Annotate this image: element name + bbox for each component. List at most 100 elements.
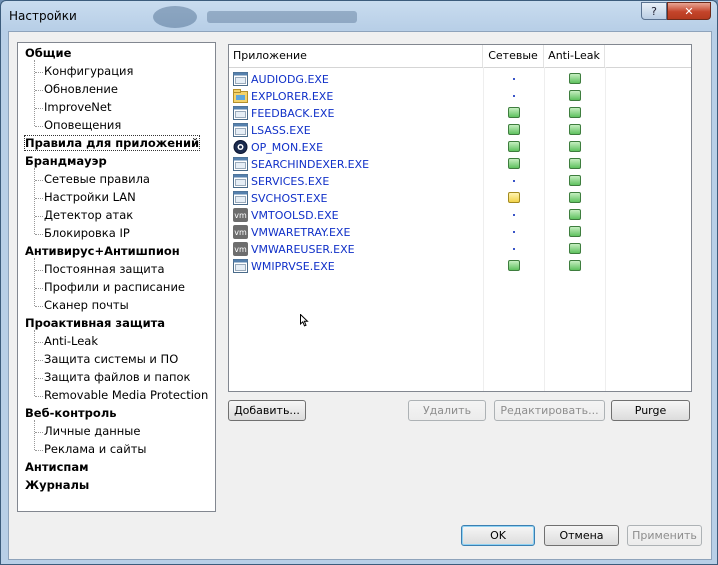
app-name[interactable]: SEARCHINDEXER.EXE: [251, 158, 369, 171]
tree-category[interactable]: Проактивная защита: [25, 316, 165, 330]
apply-button[interactable]: Применить: [627, 525, 702, 546]
tree-item[interactable]: Anti-Leak: [44, 334, 98, 348]
antileak-status-allow-icon[interactable]: [569, 90, 581, 101]
window-app-icon: [233, 174, 248, 188]
app-name[interactable]: OP_MON.EXE: [251, 141, 323, 154]
window-app-icon: [233, 157, 248, 171]
ok-button[interactable]: OK: [461, 525, 535, 546]
network-status-allow-icon[interactable]: [508, 107, 520, 118]
tree-category[interactable]: Журналы: [25, 478, 89, 492]
table-row[interactable]: vm VMTOOLSD.EXE: [229, 207, 691, 224]
network-status-allow-icon[interactable]: [508, 124, 520, 135]
app-name[interactable]: FEEDBACK.EXE: [251, 107, 334, 120]
tree-category[interactable]: Антивирус+Антишпион: [25, 244, 180, 258]
window-app-icon: [233, 123, 248, 137]
app-name[interactable]: SERVICES.EXE: [251, 175, 329, 188]
antileak-status-allow-icon[interactable]: [569, 260, 581, 271]
network-status-none-marker[interactable]: [513, 180, 515, 182]
help-button[interactable]: ?: [641, 2, 667, 20]
app-name[interactable]: AUDIODG.EXE: [251, 73, 329, 86]
antileak-status-allow-icon[interactable]: [569, 158, 581, 169]
antileak-status-allow-icon[interactable]: [569, 243, 581, 254]
edit-button[interactable]: Редактировать...: [494, 400, 605, 421]
network-status-allow-icon[interactable]: [508, 260, 520, 271]
tree-category[interactable]: Общие: [25, 46, 71, 60]
tree-item[interactable]: Постоянная защита: [44, 262, 165, 276]
table-row[interactable]: FEEDBACK.EXE: [229, 105, 691, 122]
app-name[interactable]: LSASS.EXE: [251, 124, 311, 137]
app-name[interactable]: VMTOOLSD.EXE: [251, 209, 339, 222]
tree-item[interactable]: Защита файлов и папок: [44, 370, 191, 384]
tree-item[interactable]: ImproveNet: [44, 100, 111, 114]
tree-item[interactable]: Конфигурация: [44, 64, 133, 78]
close-button[interactable]: ✕: [667, 2, 711, 20]
add-button[interactable]: Добавить...: [228, 400, 306, 421]
cancel-button[interactable]: Отмена: [544, 525, 619, 546]
tree-item[interactable]: Сетевые правила: [44, 172, 150, 186]
window-title: Настройки: [9, 9, 77, 23]
tree-item[interactable]: Настройки LAN: [44, 190, 136, 204]
vmware-icon: vm: [233, 225, 248, 239]
app-name[interactable]: VMWARETRAY.EXE: [251, 226, 350, 239]
network-status-none-marker[interactable]: [513, 214, 515, 216]
app-name[interactable]: WMIPRVSE.EXE: [251, 260, 335, 273]
column-header-antileak[interactable]: Anti-Leak: [544, 45, 605, 67]
settings-window: Настройки ? ✕ Общие Конфигурация Обновлени…: [0, 0, 718, 565]
antileak-status-allow-icon[interactable]: [569, 73, 581, 84]
column-header-app[interactable]: Приложение: [229, 45, 483, 67]
svg-text:vm: vm: [234, 211, 247, 220]
table-row[interactable]: SEARCHINDEXER.EXE: [229, 156, 691, 173]
app-name[interactable]: EXPLORER.EXE: [251, 90, 333, 103]
tree-item[interactable]: Детектор атак: [44, 208, 133, 222]
antileak-status-allow-icon[interactable]: [569, 124, 581, 135]
table-row[interactable]: WMIPRVSE.EXE: [229, 258, 691, 275]
network-status-allow-icon[interactable]: [508, 141, 520, 152]
svg-text:vm: vm: [234, 228, 247, 237]
table-row[interactable]: SVCHOST.EXE: [229, 190, 691, 207]
tree-item[interactable]: Реклама и сайты: [44, 442, 146, 456]
column-header-network[interactable]: Сетевые: [483, 45, 544, 67]
table-row[interactable]: vm VMWARETRAY.EXE: [229, 224, 691, 241]
tree-category[interactable]: Антиспам: [25, 460, 89, 474]
table-row[interactable]: vm VMWAREUSER.EXE: [229, 241, 691, 258]
table-row[interactable]: LSASS.EXE: [229, 122, 691, 139]
tree-item[interactable]: Блокировка IP: [44, 226, 130, 240]
network-status-none-marker[interactable]: [513, 231, 515, 233]
antileak-status-allow-icon[interactable]: [569, 175, 581, 186]
delete-button[interactable]: Удалить: [408, 400, 486, 421]
antileak-status-allow-icon[interactable]: [569, 141, 581, 152]
tree-category[interactable]: Веб-контроль: [25, 406, 117, 420]
tree-item[interactable]: Сканер почты: [44, 298, 129, 312]
tree-item[interactable]: Профили и расписание: [44, 280, 185, 294]
antileak-status-allow-icon[interactable]: [569, 192, 581, 203]
antileak-status-allow-icon[interactable]: [569, 209, 581, 220]
tree-item[interactable]: Защита системы и ПО: [44, 352, 178, 366]
app-name[interactable]: VMWAREUSER.EXE: [251, 243, 355, 256]
network-status-none-marker[interactable]: [513, 78, 515, 80]
mouse-cursor-icon: [300, 314, 309, 327]
tree-item[interactable]: Оповещения: [44, 118, 121, 132]
table-row[interactable]: EXPLORER.EXE: [229, 88, 691, 105]
title-bar[interactable]: Настройки ? ✕: [1, 1, 717, 31]
network-status-allow-icon[interactable]: [508, 158, 520, 169]
network-status-none-marker[interactable]: [513, 248, 515, 250]
app-name[interactable]: SVCHOST.EXE: [251, 192, 327, 205]
settings-tree[interactable]: Общие Конфигурация Обновление ImproveNet Опо…: [17, 42, 216, 512]
table-row[interactable]: AUDIODG.EXE: [229, 71, 691, 88]
tree-item[interactable]: Личные данные: [44, 424, 140, 438]
table-row[interactable]: SERVICES.EXE: [229, 173, 691, 190]
outpost-monitor-icon: [233, 140, 248, 154]
network-status-partial-icon[interactable]: [508, 192, 520, 203]
tree-category[interactable]: Правила для приложений: [23, 135, 201, 151]
tree-category[interactable]: Брандмауэр: [25, 154, 107, 168]
antileak-status-allow-icon[interactable]: [569, 226, 581, 237]
tree-item[interactable]: Обновление: [44, 82, 118, 96]
tree-item[interactable]: Removable Media Protection: [44, 388, 208, 402]
purge-button[interactable]: Purge: [611, 400, 690, 421]
svg-text:vm: vm: [234, 245, 247, 254]
window-app-icon: [233, 72, 248, 86]
table-row[interactable]: OP_MON.EXE: [229, 139, 691, 156]
network-status-none-marker[interactable]: [513, 95, 515, 97]
antileak-status-allow-icon[interactable]: [569, 107, 581, 118]
app-rules-list[interactable]: Приложение Сетевые Anti-Leak AUDIODG.EXE…: [228, 44, 692, 392]
